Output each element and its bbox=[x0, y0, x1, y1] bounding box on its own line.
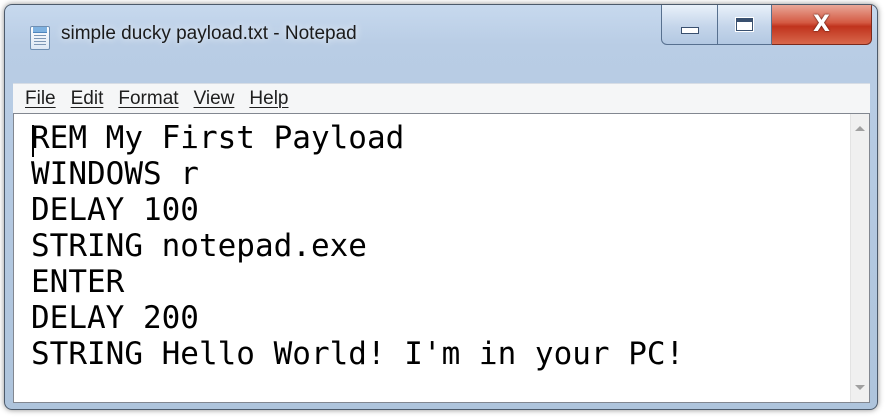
notepad-window: simple ducky payload.txt - Notepad X Fil… bbox=[4, 4, 878, 410]
text-line: REM My First Payload bbox=[31, 120, 405, 156]
editor-text[interactable]: REM My First Payload WINDOWS r DELAY 100… bbox=[31, 120, 684, 372]
window-controls: X bbox=[661, 5, 872, 47]
notepad-icon[interactable] bbox=[30, 26, 50, 50]
vertical-scrollbar[interactable] bbox=[850, 114, 869, 402]
text-line: WINDOWS r bbox=[31, 156, 199, 192]
text-line: ENTER bbox=[31, 264, 125, 300]
text-line: DELAY 100 bbox=[31, 192, 199, 228]
scroll-up-icon[interactable] bbox=[855, 126, 865, 131]
close-button[interactable]: X bbox=[772, 5, 872, 45]
text-line: STRING notepad.exe bbox=[31, 228, 367, 264]
menu-edit[interactable]: Edit bbox=[65, 88, 113, 110]
minimize-button[interactable] bbox=[661, 5, 718, 45]
minimize-icon bbox=[680, 27, 699, 34]
menu-file[interactable]: File bbox=[19, 88, 65, 110]
menu-bar: File Edit Format View Help bbox=[13, 83, 870, 113]
text-line: DELAY 200 bbox=[31, 300, 199, 336]
menu-view[interactable]: View bbox=[188, 88, 244, 110]
text-line: STRING Hello World! I'm in your PC! bbox=[31, 336, 685, 372]
scroll-down-icon[interactable] bbox=[855, 385, 865, 390]
close-icon: X bbox=[813, 11, 830, 37]
maximize-icon bbox=[735, 17, 754, 32]
title-bar[interactable]: simple ducky payload.txt - Notepad X bbox=[5, 5, 877, 83]
maximize-button[interactable] bbox=[718, 5, 772, 45]
text-editor[interactable]: REM My First Payload WINDOWS r DELAY 100… bbox=[13, 113, 870, 403]
menu-help[interactable]: Help bbox=[243, 88, 297, 110]
menu-format[interactable]: Format bbox=[112, 88, 187, 110]
text-caret bbox=[32, 125, 34, 157]
window-title: simple ducky payload.txt - Notepad bbox=[61, 23, 357, 44]
